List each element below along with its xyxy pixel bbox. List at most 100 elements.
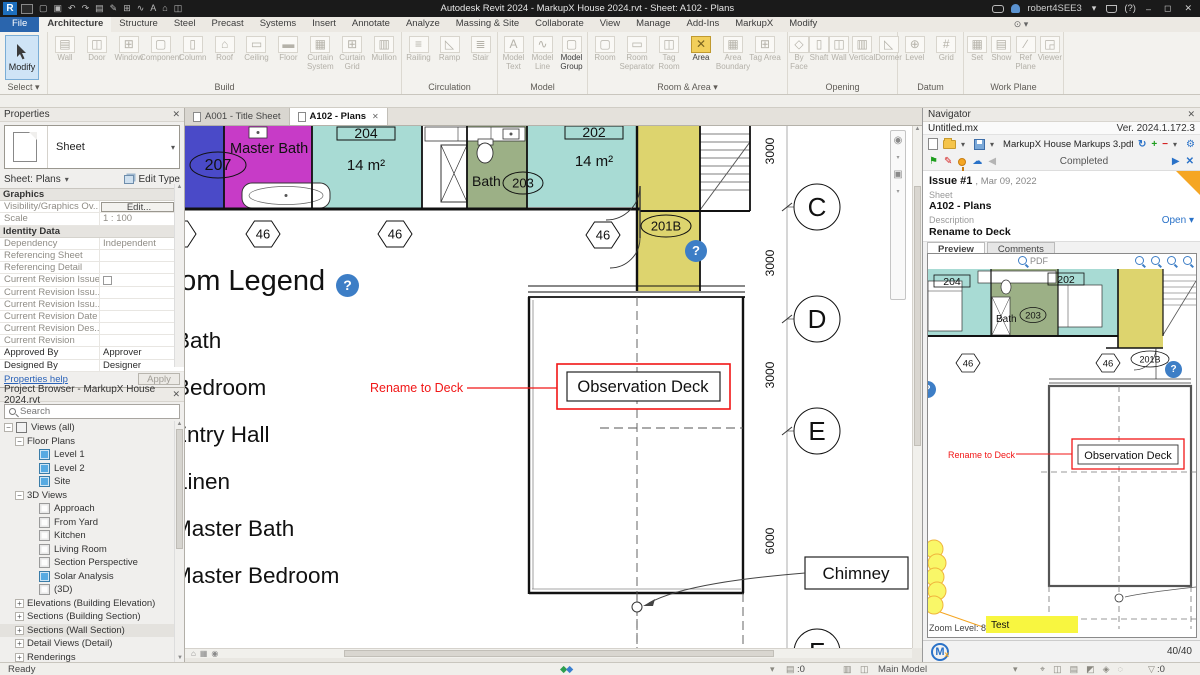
property-value[interactable]: 1 : 100 (100, 213, 184, 224)
tree-item[interactable]: Level 1 (0, 448, 174, 462)
property-row[interactable]: Current Revision Issu... (0, 299, 184, 311)
view-control-icon[interactable]: ◉ (211, 649, 218, 658)
tree-item[interactable]: −Views (all) (0, 421, 174, 435)
help-icon[interactable]: (?) (1124, 3, 1136, 14)
cloud-icon[interactable]: ☁ (972, 156, 982, 167)
drawing-view[interactable]: C D E F 3000 3000 3000 6000 46 46 (185, 126, 912, 648)
tree-item[interactable]: (3D) (0, 583, 174, 597)
property-row[interactable]: Designed ByDesigner (0, 360, 184, 372)
zoom-out-icon[interactable] (1151, 256, 1160, 265)
refresh-icon[interactable]: ↻ (1138, 139, 1146, 150)
ribbon-item[interactable]: ◺Ramp (434, 34, 465, 63)
quick-access-icon[interactable]: ▣ (54, 3, 63, 14)
ribbon-item[interactable]: ▯Shaft (809, 34, 829, 63)
property-row[interactable]: Referencing Sheet (0, 250, 184, 262)
ribbon-tab[interactable]: Massing & Site (448, 17, 527, 32)
quick-access-icon[interactable]: ∿ (137, 3, 145, 14)
view-tab-a102[interactable]: A102 - Plans ✕ (290, 108, 388, 125)
ribbon-item[interactable]: ✕Area (685, 34, 717, 63)
ribbon-item[interactable]: ◇By Face (789, 34, 809, 71)
ribbon-item[interactable]: ◲Viewer (1038, 34, 1062, 63)
markup-help-icon[interactable]: ? (1165, 361, 1182, 378)
tree-expander-icon[interactable]: + (15, 612, 24, 621)
tree-item[interactable]: From Yard (0, 516, 174, 530)
search-input[interactable] (20, 406, 175, 417)
floor-tags[interactable] (185, 221, 620, 248)
property-value[interactable] (100, 250, 184, 261)
tree-item[interactable]: Approach (0, 502, 174, 516)
minimize-button[interactable]: – (1143, 4, 1154, 14)
close-button[interactable]: ✕ (1181, 3, 1195, 14)
worksharing-icon2[interactable]: ◆ (566, 664, 573, 675)
design-option-caret-icon[interactable]: ▾ (1013, 664, 1018, 675)
save-icon[interactable] (974, 139, 985, 150)
ribbon-item[interactable]: ⊕Level (899, 34, 931, 63)
tree-item[interactable]: Site (0, 475, 174, 489)
add-icon[interactable]: + (1151, 139, 1157, 150)
grid-lines[interactable] (782, 126, 794, 648)
zoom-2d-icon[interactable]: ▣ (893, 169, 902, 180)
ribbon-item[interactable]: ▦Area Boundary (717, 34, 749, 71)
ribbon-tab[interactable]: Manage (628, 17, 678, 32)
ribbon-item[interactable]: ▢Component (145, 34, 177, 63)
ribbon-item[interactable]: ▥Mullion (368, 34, 400, 63)
ribbon-item[interactable]: ▥Vertical (849, 34, 875, 63)
next-issue-icon[interactable]: ▶ (1172, 156, 1180, 167)
quick-access-icon[interactable]: ▢ (39, 3, 48, 14)
property-value[interactable]: Designer (100, 360, 184, 371)
tree-expander-icon[interactable]: − (15, 491, 24, 500)
filter-icon[interactable]: ▽ (1148, 664, 1155, 675)
settings-gear-icon[interactable]: ⚙ (1186, 139, 1195, 150)
view-tab-a001[interactable]: A001 - Title Sheet (185, 108, 290, 125)
selection-toggle-icon[interactable]: ▤ (1070, 664, 1079, 674)
ribbon-tab[interactable]: Insert (304, 17, 344, 32)
project-browser-header[interactable]: Project Browser - MarkupX House 2024.rvt… (0, 388, 184, 402)
previous-issue-icon[interactable]: ◀ (988, 156, 996, 167)
select-group-label[interactable]: Select ▾ (0, 81, 47, 94)
tree-item[interactable]: +Elevations (Building Elevation) (0, 597, 174, 611)
ribbon-item[interactable]: ≡Railing (403, 34, 434, 63)
properties-header[interactable]: Properties ✕ (0, 108, 184, 122)
dismiss-icon[interactable]: ✕ (1186, 156, 1194, 167)
quick-access-icon[interactable]: ⊞ (123, 3, 131, 14)
type-selector[interactable]: Sheet ▾ (4, 125, 180, 169)
ribbon-tab[interactable]: Modify (781, 17, 825, 32)
ribbon-item[interactable]: ▢Model Group (557, 34, 586, 71)
selection-toggle-icon[interactable]: ◈ (1103, 664, 1110, 674)
property-row[interactable]: Approved ByApprover (0, 347, 184, 359)
ribbon-item[interactable]: ◫Wall (829, 34, 849, 63)
ribbon-item[interactable]: ▤Show (989, 34, 1013, 63)
property-row[interactable]: Current Revision (0, 335, 184, 347)
save-caret-icon[interactable]: ▾ (990, 140, 994, 149)
view-navigation-bar[interactable]: ◉ ▾ ▣ ▾ (890, 130, 906, 300)
ribbon-tab[interactable]: Analyze (398, 17, 448, 32)
steering-wheel-icon[interactable]: ◉ (894, 135, 903, 146)
zoom-in-icon[interactable] (1135, 256, 1144, 265)
ribbon-item[interactable]: ∿Model Line (528, 34, 557, 71)
property-value[interactable] (100, 299, 184, 310)
tree-expander-icon[interactable]: + (15, 653, 24, 662)
quick-access-icon[interactable]: ↶ (68, 3, 76, 14)
tree-expander-icon[interactable]: + (15, 626, 24, 635)
new-markup-icon[interactable] (928, 138, 938, 150)
browser-search-box[interactable] (4, 404, 180, 419)
ribbon-item[interactable]: ▦Curtain System (304, 34, 336, 71)
user-menu-caret-icon[interactable]: ▾ (1089, 3, 1100, 14)
remove-icon[interactable]: − (1162, 139, 1168, 150)
browser-scrollbar[interactable]: ▲▼ (174, 421, 184, 662)
navbar-caret-icon[interactable]: ▾ (896, 188, 899, 195)
tree-item[interactable]: +Detail Views (Detail) (0, 637, 174, 651)
view-control-icon[interactable]: ⌂ (191, 649, 196, 658)
tree-expander-icon[interactable]: − (15, 437, 24, 446)
active-design-option[interactable]: Main Model (878, 664, 927, 675)
ribbon-item[interactable]: #Grid (931, 34, 963, 63)
editable-only-icon[interactable]: ▥ (843, 664, 852, 675)
property-value[interactable] (100, 274, 184, 285)
ribbon-item[interactable]: ⌂Roof (209, 34, 241, 63)
revit-logo-icon[interactable]: R (3, 2, 17, 15)
tree-item[interactable]: −3D Views (0, 489, 174, 503)
quick-access-icon[interactable]: ⌂ (162, 3, 167, 14)
ribbon-tab[interactable]: Collaborate (527, 17, 592, 32)
instance-selector[interactable]: Sheet: Plans (4, 174, 61, 185)
pdf-preview[interactable]: PDF (927, 253, 1197, 638)
